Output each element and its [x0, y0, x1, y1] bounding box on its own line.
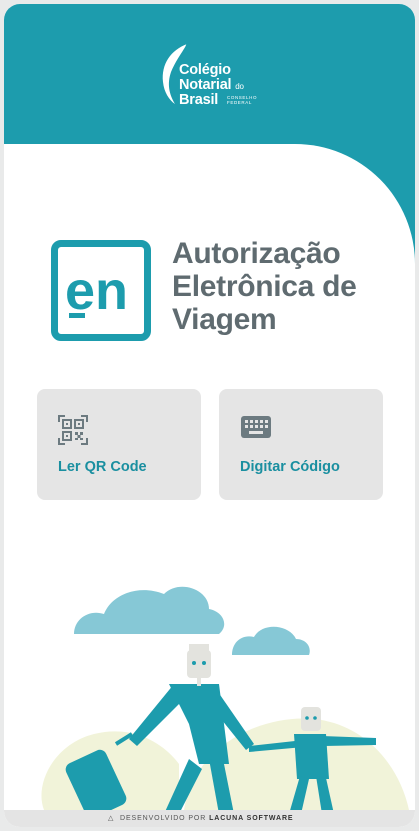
app-logo-text: en: [65, 261, 128, 321]
footer-credit: △ DESENVOLVIDO POR LACUNA SOFTWARE: [108, 814, 294, 822]
app-title: Autorização Eletrônica de Viagem: [172, 237, 402, 336]
child-head: [301, 707, 321, 731]
lacuna-icon: △: [108, 815, 115, 822]
type-code-label: Digitar Código: [240, 459, 340, 475]
app-title-line2: Eletrônica de: [172, 270, 357, 303]
cloud-left: [74, 586, 225, 634]
logo-text-line1: Colégio: [179, 62, 231, 78]
app-logo: en: [51, 240, 151, 341]
keyboard-icon: [241, 416, 271, 438]
logo-subtitle: CONSELHO FEDERAL: [227, 95, 258, 105]
type-code-button[interactable]: Digitar Código: [219, 389, 383, 500]
app-title-line1: Autorização: [172, 237, 341, 270]
footer-bar: △ DESENVOLVIDO POR LACUNA SOFTWARE: [4, 810, 415, 827]
logo-text-line3: Brasil: [179, 92, 219, 108]
read-qr-code-button[interactable]: Ler QR Code: [37, 389, 201, 500]
app-title-line3: Viagem: [172, 303, 277, 336]
app-screen: Colégio Notarial do Brasil CONSELHO FEDE…: [4, 4, 415, 827]
en-logo-icon: en: [65, 261, 128, 321]
footer-prefix: DESENVOLVIDO POR: [120, 815, 207, 822]
qr-code-icon: [58, 415, 88, 445]
footer-brand: LACUNA SOFTWARE: [209, 815, 294, 822]
cloud-right: [232, 626, 310, 655]
travel-illustration: [41, 586, 409, 814]
adult-head: [187, 644, 211, 686]
colegio-notarial-logo: Colégio Notarial do Brasil CONSELHO FEDE…: [157, 38, 277, 110]
read-qr-code-label: Ler QR Code: [58, 459, 147, 475]
